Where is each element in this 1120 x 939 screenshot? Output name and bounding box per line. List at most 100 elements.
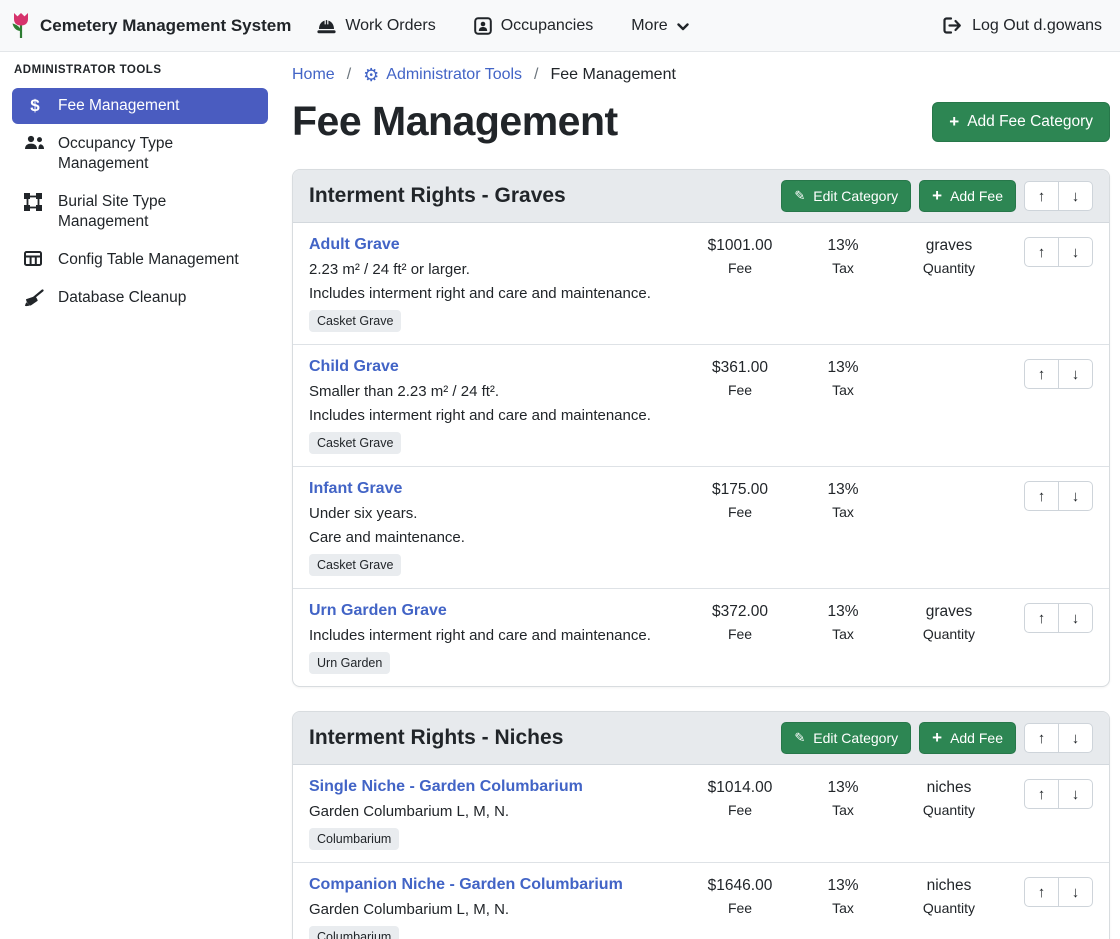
add-fee-button[interactable]: + Add Fee xyxy=(919,722,1016,754)
fee-tax-column: 13% Tax xyxy=(795,876,891,916)
fee-name-link[interactable]: Infant Grave xyxy=(309,480,402,498)
move-fee-up-button[interactable]: ↑ xyxy=(1024,359,1059,389)
sidebar-item-database-cleanup[interactable]: Database Cleanup xyxy=(12,280,268,316)
arrow-down-icon: ↓ xyxy=(1072,488,1080,505)
breadcrumb-home-link[interactable]: Home xyxy=(292,66,335,84)
fee-name-link[interactable]: Child Grave xyxy=(309,358,399,376)
fee-info: Infant Grave Under six years. Care and m… xyxy=(309,480,685,576)
arrow-down-icon: ↓ xyxy=(1072,884,1080,901)
occupant-box-icon xyxy=(474,17,492,35)
move-fee-down-button[interactable]: ↓ xyxy=(1058,237,1093,267)
fee-tax-column: 13% Tax xyxy=(795,480,891,520)
fee-tax: 13% xyxy=(795,603,891,621)
fee-row-adult-grave: Adult Grave 2.23 m² / 24 ft² or larger. … xyxy=(293,223,1109,345)
fee-type-badge: Casket Grave xyxy=(309,310,401,332)
logout-link[interactable]: Log Out d.gowans xyxy=(943,17,1102,35)
fee-amount-column: $372.00 Fee xyxy=(685,602,795,642)
fee-info: Child Grave Smaller than 2.23 m² / 24 ft… xyxy=(309,358,685,454)
category-fee-list: Adult Grave 2.23 m² / 24 ft² or larger. … xyxy=(293,223,1109,686)
move-fee-up-button[interactable]: ↑ xyxy=(1024,603,1059,633)
fee-quantity-column: graves Quantity xyxy=(891,236,1007,276)
fee-info: Adult Grave 2.23 m² / 24 ft² or larger. … xyxy=(309,236,685,332)
move-fee-up-button[interactable]: ↑ xyxy=(1024,779,1059,809)
fee-amount-label: Fee xyxy=(685,626,795,642)
fee-name-link[interactable]: Companion Niche - Garden Columbarium xyxy=(309,876,623,894)
fee-description: 2.23 m² / 24 ft² or larger. xyxy=(309,259,677,281)
move-category-up-button[interactable]: ↑ xyxy=(1024,723,1059,753)
move-fee-down-button[interactable]: ↓ xyxy=(1058,779,1093,809)
edit-category-label: Edit Category xyxy=(813,730,898,746)
breadcrumb-separator: / xyxy=(534,66,538,84)
add-fee-label: Add Fee xyxy=(950,730,1003,746)
move-category-up-button[interactable]: ↑ xyxy=(1024,181,1059,211)
fee-type-badge: Urn Garden xyxy=(309,652,390,674)
fee-reorder-group: ↑ ↓ xyxy=(1007,602,1093,633)
logout-label: Log Out d.gowans xyxy=(972,17,1102,35)
sidebar-item-burial-site-type-management[interactable]: Burial Site Type Management xyxy=(12,184,268,240)
fee-quantity: graves xyxy=(891,603,1007,621)
fee-tax: 13% xyxy=(795,877,891,895)
fee-quantity: graves xyxy=(891,237,1007,255)
arrow-down-icon: ↓ xyxy=(1072,730,1080,747)
fee-type-badge: Casket Grave xyxy=(309,432,401,454)
sidebar-item-occupancy-type-management[interactable]: Occupancy Type Management xyxy=(12,126,268,182)
sidebar-item-label: Fee Management xyxy=(58,96,180,116)
fee-amount: $372.00 xyxy=(685,603,795,621)
fee-tax: 13% xyxy=(795,359,891,377)
fee-reorder-group: ↑ ↓ xyxy=(1007,358,1093,389)
flower-logo-icon xyxy=(10,12,32,39)
fee-tax-label: Tax xyxy=(795,504,891,520)
nav-work-orders[interactable]: Work Orders xyxy=(317,17,435,35)
move-category-down-button[interactable]: ↓ xyxy=(1058,181,1093,211)
gear-icon: ⚙ xyxy=(363,66,379,84)
sidebar-item-fee-management[interactable]: $ Fee Management xyxy=(12,88,268,124)
arrow-up-icon: ↑ xyxy=(1038,610,1046,627)
move-fee-down-button[interactable]: ↓ xyxy=(1058,359,1093,389)
plus-icon: + xyxy=(932,731,942,745)
edit-category-button[interactable]: ✎ Edit Category xyxy=(781,180,911,212)
sidebar-item-config-table-management[interactable]: Config Table Management xyxy=(12,242,268,278)
broom-icon xyxy=(24,289,46,307)
plus-icon: + xyxy=(932,189,942,203)
breadcrumb-admin-tools-label: Administrator Tools xyxy=(386,66,522,84)
fee-info: Companion Niche - Garden Columbarium Gar… xyxy=(309,876,685,939)
move-fee-up-button[interactable]: ↑ xyxy=(1024,237,1059,267)
move-fee-up-button[interactable]: ↑ xyxy=(1024,481,1059,511)
app-brand[interactable]: Cemetery Management System xyxy=(10,12,291,39)
add-fee-button[interactable]: + Add Fee xyxy=(919,180,1016,212)
users-icon xyxy=(24,135,46,150)
fee-tax-label: Tax xyxy=(795,260,891,276)
add-fee-label: Add Fee xyxy=(950,188,1003,204)
fee-amount-label: Fee xyxy=(685,504,795,520)
page-header: Fee Management + Add Fee Category xyxy=(292,98,1110,145)
fee-quantity-label: Quantity xyxy=(891,900,1007,916)
fee-name-link[interactable]: Adult Grave xyxy=(309,236,400,254)
fee-amount: $1646.00 xyxy=(685,877,795,895)
add-fee-category-button[interactable]: + Add Fee Category xyxy=(932,102,1110,142)
sidebar-heading: ADMINISTRATOR TOOLS xyxy=(0,64,280,76)
fee-name-link[interactable]: Urn Garden Grave xyxy=(309,602,447,620)
table-icon xyxy=(24,251,46,266)
fee-quantity-column: niches Quantity xyxy=(891,778,1007,818)
fee-quantity-label: Quantity xyxy=(891,626,1007,642)
page-title: Fee Management xyxy=(292,98,618,145)
nav-occupancies[interactable]: Occupancies xyxy=(474,17,594,35)
fee-quantity: niches xyxy=(891,877,1007,895)
arrow-down-icon: ↓ xyxy=(1072,610,1080,627)
breadcrumb-admin-tools-link[interactable]: ⚙ Administrator Tools xyxy=(363,66,522,84)
edit-category-button[interactable]: ✎ Edit Category xyxy=(781,722,911,754)
fee-name-link[interactable]: Single Niche - Garden Columbarium xyxy=(309,778,583,796)
move-fee-down-button[interactable]: ↓ xyxy=(1058,481,1093,511)
move-fee-down-button[interactable]: ↓ xyxy=(1058,877,1093,907)
move-fee-down-button[interactable]: ↓ xyxy=(1058,603,1093,633)
move-fee-up-button[interactable]: ↑ xyxy=(1024,877,1059,907)
nav-more-dropdown[interactable]: More xyxy=(631,17,688,35)
fee-info: Urn Garden Grave Includes interment righ… xyxy=(309,602,685,674)
fee-description: Garden Columbarium L, M, N. xyxy=(309,899,677,921)
move-category-down-button[interactable]: ↓ xyxy=(1058,723,1093,753)
fee-amount-label: Fee xyxy=(685,900,795,916)
sign-out-icon xyxy=(943,17,963,34)
fee-tax: 13% xyxy=(795,237,891,255)
fee-amount-column: $175.00 Fee xyxy=(685,480,795,520)
fee-row-child-grave: Child Grave Smaller than 2.23 m² / 24 ft… xyxy=(293,345,1109,467)
